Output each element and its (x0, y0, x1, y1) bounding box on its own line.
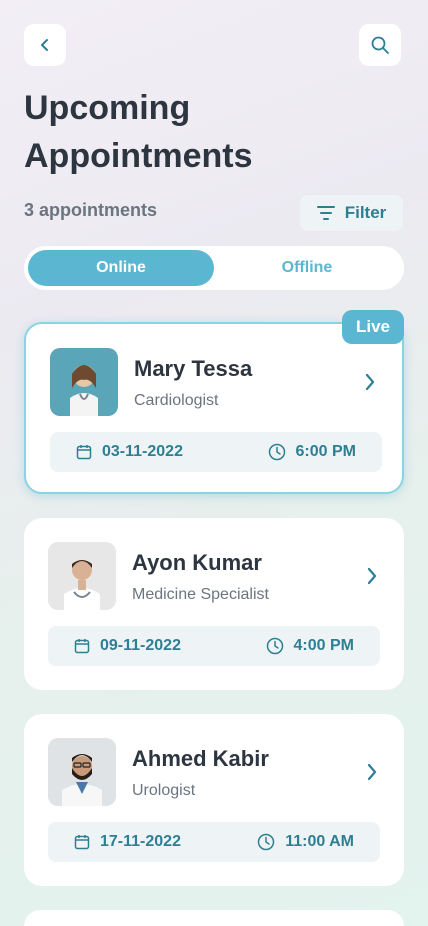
appointment-time: 4:00 PM (266, 626, 354, 666)
doctor-specialty: Medicine Specialist (132, 586, 269, 603)
time-text: 11:00 AM (285, 833, 354, 850)
calendar-icon (74, 639, 90, 654)
doctor-name: Mary Tessa (134, 356, 253, 381)
clock-icon (266, 637, 283, 655)
appointment-meta: 09-11-2022 4:00 PM (48, 626, 380, 666)
time-text: 6:00 PM (295, 443, 356, 460)
avatar (50, 348, 118, 416)
filter-lines-icon (316, 206, 335, 220)
doctor-name: Ahmed Kabir (132, 746, 269, 771)
clock-icon (268, 443, 285, 461)
calendar-icon (76, 445, 92, 460)
doctor-specialty: Cardiologist (134, 392, 219, 409)
appointment-meta: 03-11-2022 6:00 PM (50, 432, 382, 472)
appointment-meta: 17-11-2022 11:00 AM (48, 822, 380, 862)
date-text: 03-11-2022 (102, 443, 183, 460)
doctor-name: Ayon Kumar (132, 550, 262, 575)
chevron-right-icon[interactable] (366, 762, 378, 782)
chevron-right-icon[interactable] (366, 566, 378, 586)
page-title: Upcoming Appointments (24, 89, 253, 175)
search-button[interactable] (359, 24, 401, 66)
appointment-date: 09-11-2022 (74, 626, 181, 666)
online-offline-toggle: Online Offline (24, 246, 404, 290)
appointment-time: 6:00 PM (268, 432, 356, 472)
appointment-card[interactable]: Live Mary Tessa Cardiologist 03-11-2022 (24, 310, 404, 494)
appointment-time: 11:00 AM (257, 822, 354, 862)
doctor-specialty: Urologist (132, 782, 196, 799)
chevron-right-icon[interactable] (364, 372, 376, 392)
toggle-offline[interactable]: Offline (214, 250, 400, 286)
search-icon (371, 36, 389, 54)
appointment-card-partial[interactable] (24, 910, 404, 926)
clock-icon (257, 833, 275, 851)
appointment-card[interactable]: Ahmed Kabir Urologist 17-11-2022 11:00 A… (24, 714, 404, 886)
back-button[interactable] (24, 24, 66, 66)
live-badge: Live (342, 310, 404, 344)
calendar-icon (74, 835, 90, 850)
appointment-date: 03-11-2022 (76, 432, 183, 472)
filter-button[interactable]: Filter (300, 195, 403, 231)
time-text: 4:00 PM (293, 637, 354, 654)
avatar (48, 542, 116, 610)
avatar (48, 738, 116, 806)
toggle-online[interactable]: Online (28, 250, 214, 286)
date-text: 17-11-2022 (100, 833, 181, 850)
top-bar (24, 24, 401, 66)
date-text: 09-11-2022 (100, 637, 181, 654)
appointment-date: 17-11-2022 (74, 822, 181, 862)
appointment-count: 3 appointments (24, 200, 158, 220)
chevron-left-icon (41, 39, 48, 51)
filter-label: Filter (344, 203, 387, 222)
appointment-card[interactable]: Ayon Kumar Medicine Specialist 09-11-202… (24, 518, 404, 690)
